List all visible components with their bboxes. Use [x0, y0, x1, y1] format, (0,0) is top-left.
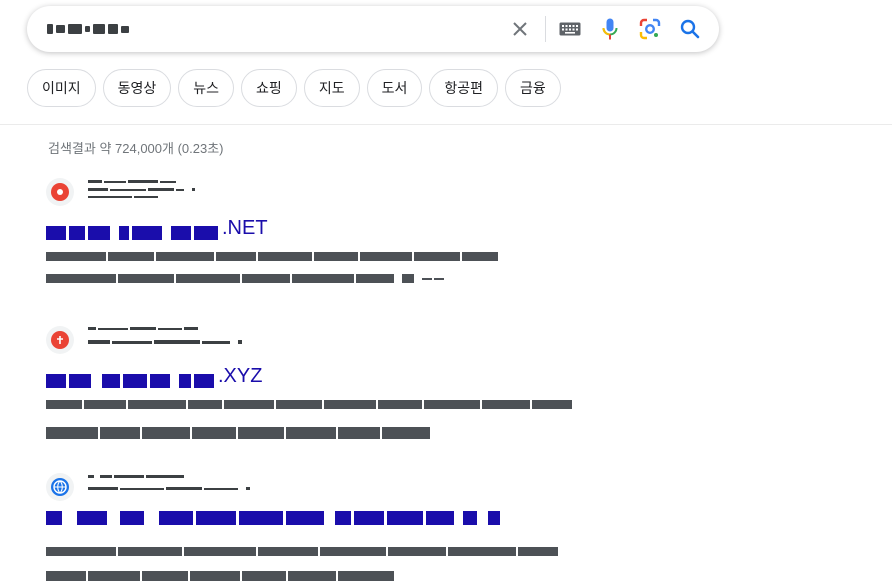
close-icon[interactable]	[508, 17, 532, 41]
result-snippet-redacted	[46, 571, 394, 581]
microphone-icon[interactable]	[598, 17, 622, 41]
result-title-redacted	[46, 511, 500, 525]
chip-flights[interactable]: 항공편	[429, 69, 498, 107]
site-logo-icon	[51, 331, 69, 349]
search-bar	[27, 6, 719, 52]
result-snippet-redacted	[46, 252, 498, 261]
search-result: .XYZ	[46, 326, 686, 446]
result-snippet-redacted	[46, 400, 572, 409]
header-divider	[0, 124, 892, 125]
globe-icon	[51, 478, 69, 496]
site-name-redacted	[88, 473, 250, 490]
site-favicon[interactable]	[46, 178, 74, 206]
site-logo-icon	[51, 183, 69, 201]
result-stats: 검색결과 약 724,000개 (0.23초)	[48, 141, 224, 156]
chip-books[interactable]: 도서	[366, 69, 423, 107]
search-results-page: 이미지 동영상 뉴스 쇼핑 지도 도서 항공편 금융 검색결과 약 724,00…	[0, 0, 892, 583]
result-title-suffix: .NET	[222, 217, 268, 239]
search-input[interactable]	[47, 6, 507, 52]
chip-videos[interactable]: 동영상	[102, 69, 172, 107]
result-title-link[interactable]: .XYZ	[46, 364, 262, 388]
result-title-redacted	[46, 226, 218, 240]
lens-icon[interactable]	[638, 17, 662, 41]
keyboard-icon[interactable]	[558, 17, 582, 41]
result-title-link[interactable]: .NET	[46, 216, 268, 240]
site-name-redacted	[88, 178, 195, 198]
result-title-redacted	[46, 374, 214, 388]
result-snippet-redacted	[46, 274, 444, 283]
result-snippet-redacted	[46, 547, 558, 556]
result-title-suffix: .XYZ	[218, 365, 263, 387]
search-result: .NET	[46, 178, 686, 293]
site-name-redacted	[88, 326, 242, 344]
search-icon[interactable]	[678, 17, 702, 41]
result-snippet-redacted	[46, 427, 430, 439]
search-bar-divider	[545, 16, 546, 42]
result-title-link[interactable]	[46, 511, 504, 525]
chip-shopping[interactable]: 쇼핑	[241, 69, 297, 107]
site-favicon[interactable]	[46, 326, 74, 354]
chip-news[interactable]: 뉴스	[178, 69, 235, 107]
search-result	[46, 473, 686, 583]
chip-finance[interactable]: 금융	[504, 69, 561, 107]
site-favicon[interactable]	[46, 473, 74, 501]
chip-maps[interactable]: 지도	[303, 69, 360, 107]
filter-chips: 이미지 동영상 뉴스 쇼핑 지도 도서 항공편 금융	[27, 69, 561, 107]
chip-images[interactable]: 이미지	[27, 69, 96, 107]
